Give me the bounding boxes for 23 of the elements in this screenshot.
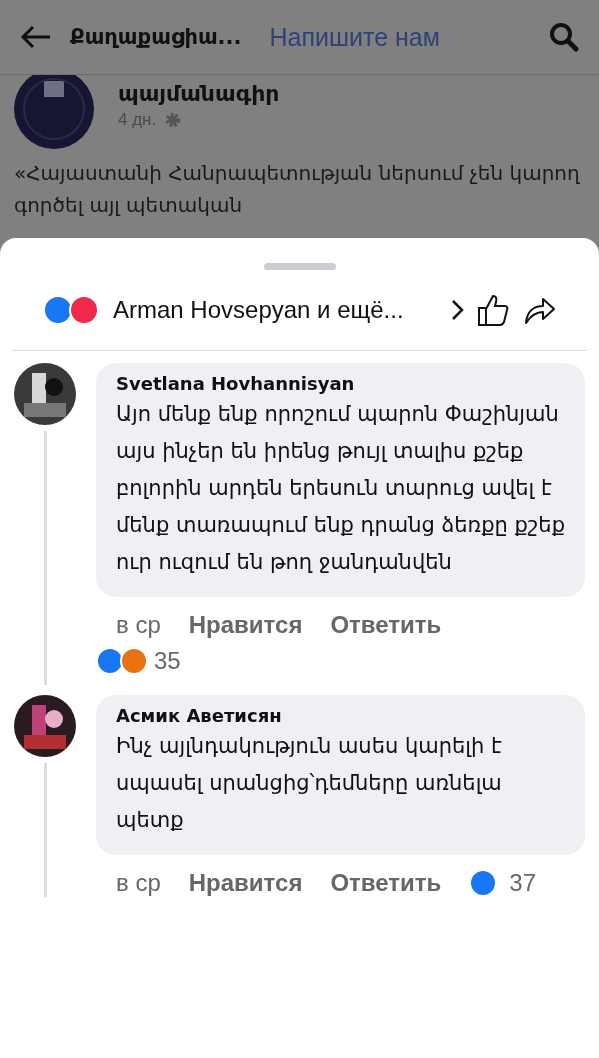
gear-icon [164,111,183,129]
drag-handle[interactable] [263,263,336,270]
comment-time: в ср [116,611,161,639]
chevron-icon[interactable] [451,299,465,321]
reply-link[interactable]: Ответить [330,869,442,897]
comment-text: Ինչ այլնդակություն ասես կարելի է սպասել սրանցից՝դեմները առնելա պետք [116,733,503,834]
comment-author[interactable]: Асмик Аветисян [116,705,282,726]
reactions-summary[interactable]: Arman Hovsepyan и ещё... [113,296,404,324]
post-author: պայմանագիր [118,81,280,106]
post-text: «Հայաստանի Հանրապետության ներսում չեն կարող գործել այլ պետական [14,160,581,219]
back-icon[interactable] [20,25,52,49]
share-icon[interactable] [523,295,557,325]
comment-text: Այո մենք ենք որոշում պարոն Փաշինյան այս ինչեր են իրենց թույլ տալիս քշեք բոլորին արդեն երեսուն տարուց ավել է մենք տառապում ենք դրանց ձեռքը քշեք ուր ուզում են թող ջանդանվեն [116,401,566,576]
thumbs-up-icon[interactable] [477,293,511,327]
reaction-count: 37 [509,869,536,897]
page-title: Քաղաքացիա... [70,25,242,49]
like-link[interactable]: Нравится [188,611,303,639]
reply-link[interactable]: Ответить [330,611,442,639]
comment-time: в ср [116,869,161,897]
search-icon[interactable] [549,22,579,52]
like-link[interactable]: Нравится [188,869,303,897]
comment-author[interactable]: Svetlana Hovhannisyan [116,373,355,394]
reaction-count: 35 [154,647,181,675]
